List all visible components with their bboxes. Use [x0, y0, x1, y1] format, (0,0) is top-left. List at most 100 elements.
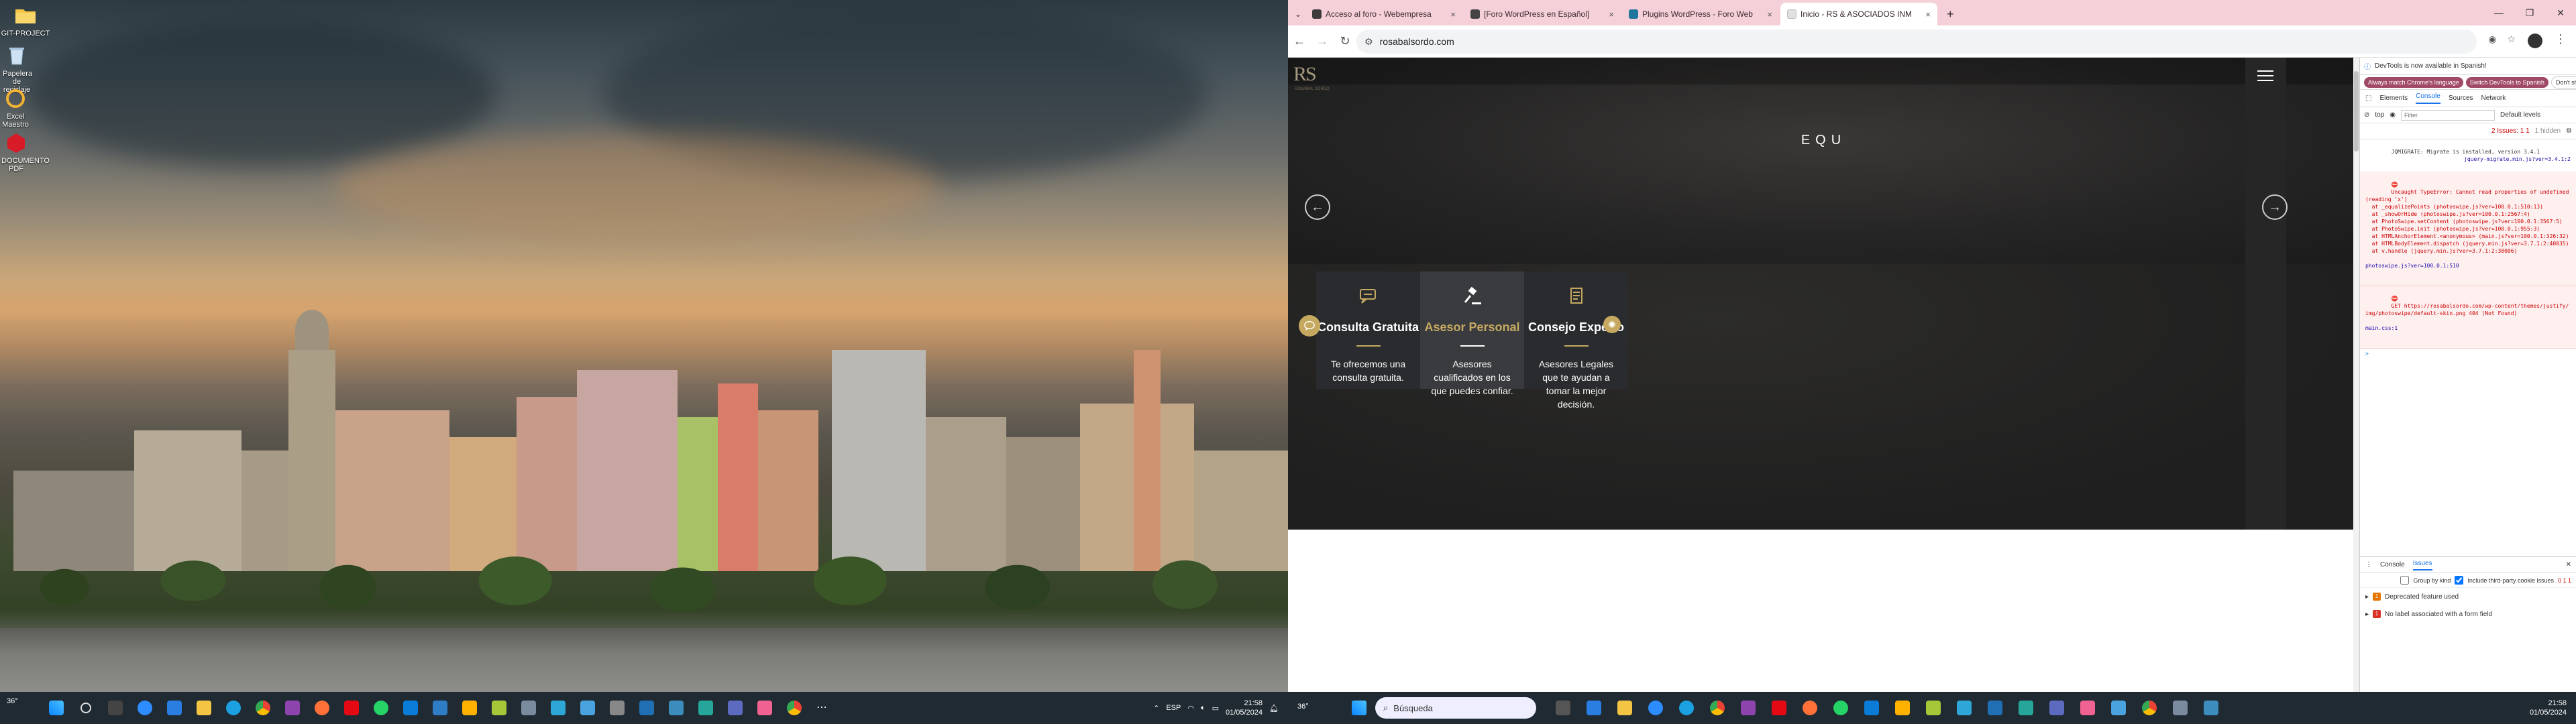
chrome-icon[interactable] [250, 695, 276, 721]
drawer-menu-icon[interactable]: ⋮ [2365, 561, 2372, 568]
taskbar-search[interactable]: ⌕ Búsqueda [1375, 697, 1536, 719]
notification-icon[interactable]: 🔔︎ [1269, 704, 1279, 713]
close-icon[interactable]: × [1767, 9, 1772, 19]
vs-icon[interactable] [279, 695, 306, 721]
console-source-link[interactable]: photoswipe.js?ver=100.0.1:510 [2365, 263, 2459, 269]
battery-icon[interactable]: ▭ [1212, 704, 1219, 713]
page-scrollbar[interactable] [2353, 58, 2359, 692]
app-icon-9[interactable] [663, 695, 690, 721]
app-icon-7[interactable] [604, 695, 631, 721]
scrollbar-thumb[interactable] [2354, 71, 2359, 152]
app-icon-4[interactable] [1982, 695, 2008, 721]
slider-next-arrow[interactable]: → [2262, 194, 2288, 220]
app-icon-11[interactable] [722, 695, 749, 721]
vs-icon[interactable] [1735, 695, 1762, 721]
search-icon[interactable] [72, 695, 99, 721]
app-icon-6[interactable] [2043, 695, 2070, 721]
app-icon-3[interactable] [1951, 695, 1978, 721]
address-bar[interactable]: ⚙ rosabalsordo.com [1356, 29, 2477, 54]
app-icon-6[interactable] [574, 695, 601, 721]
tab-network[interactable]: Network [2481, 95, 2506, 102]
store-icon[interactable] [161, 695, 188, 721]
close-icon[interactable]: × [1925, 9, 1931, 19]
app-icon-1[interactable] [427, 695, 453, 721]
site-info-icon[interactable]: ⚙ [1364, 36, 1373, 48]
weather-widget[interactable]: 36° [1297, 703, 1309, 711]
app-icon-12[interactable] [751, 695, 778, 721]
hamburger-menu-icon[interactable] [2257, 67, 2273, 84]
edge-icon[interactable] [1673, 695, 1700, 721]
third-party-checkbox[interactable] [2455, 576, 2464, 585]
start-button[interactable] [43, 695, 70, 721]
more-icon[interactable]: ⋯ [810, 695, 837, 721]
task-view-icon[interactable] [1550, 695, 1576, 721]
help-icon[interactable] [131, 695, 158, 721]
language-indicator[interactable]: ESP [1166, 704, 1181, 712]
app-icon-10[interactable] [2198, 695, 2224, 721]
inspect-icon[interactable]: ⬚ [2365, 95, 2371, 102]
vscode-icon[interactable] [397, 695, 424, 721]
browser-tab-3[interactable]: Plugins WordPress - Foro Web × [1622, 3, 1779, 25]
store-icon[interactable] [1580, 695, 1607, 721]
issue-row[interactable]: ▸ 1 No label associated with a form fiel… [2360, 605, 2576, 623]
tab-sources[interactable]: Sources [2449, 95, 2473, 102]
chrome-icon-2[interactable] [781, 695, 808, 721]
settings-gear-icon[interactable]: ⚙ [2566, 127, 2572, 135]
site-logo[interactable]: RS [1293, 63, 1317, 86]
drawer-tab-console[interactable]: Console [2380, 561, 2405, 568]
app-icon-4[interactable] [515, 695, 542, 721]
browser-tab-2[interactable]: [Foro WordPress en Español] × [1464, 3, 1621, 25]
chrome-icon-2[interactable] [2136, 695, 2163, 721]
whatsapp-icon[interactable] [1827, 695, 1854, 721]
vscode-icon[interactable] [1858, 695, 1885, 721]
console-source-link[interactable]: jquery-migrate.min.js?ver=3.4.1:2 [2464, 156, 2571, 163]
browser-tab-1[interactable]: Acceso al foro - Webempresa × [1305, 3, 1462, 25]
group-by-kind-checkbox[interactable] [2400, 576, 2410, 585]
app-icon-5[interactable] [2012, 695, 2039, 721]
clear-console-icon[interactable]: ⊘ [2364, 111, 2369, 119]
issue-row[interactable]: ▸ 1 Deprecated feature used [2360, 588, 2576, 605]
app-icon-2[interactable] [456, 695, 483, 721]
help-icon[interactable] [1642, 695, 1669, 721]
weather-widget[interactable]: 36° [7, 697, 18, 705]
switch-spanish-button[interactable]: Switch DevTools to Spanish [2465, 76, 2548, 88]
app-icon-2[interactable] [1920, 695, 1947, 721]
app-icon-8[interactable] [633, 695, 660, 721]
slider-prev-arrow[interactable]: ← [1305, 194, 1330, 220]
desktop-icon-pdf[interactable]: DOCUMENTO PDF [1, 131, 50, 173]
incognito-icon[interactable]: ◉ [2488, 34, 2496, 45]
app-icon-10[interactable] [692, 695, 719, 721]
reload-icon[interactable]: ↻ [1334, 30, 1356, 53]
netflix-icon[interactable] [338, 695, 365, 721]
desktop-icon-git-project[interactable]: GIT-PROJECT [0, 4, 51, 38]
app-icon-3[interactable] [486, 695, 513, 721]
drawer-tab-issues[interactable]: Issues [2412, 560, 2432, 570]
feature-card-asesor[interactable]: Asesor Personal Asesores cualificados en… [1420, 272, 1524, 396]
file-explorer-icon[interactable] [1611, 695, 1638, 721]
chevron-up-icon[interactable]: ⌃ [1153, 704, 1159, 713]
app-icon-1[interactable] [1889, 695, 1916, 721]
clock[interactable]: 21:58 01/05/2024 [2530, 699, 2567, 717]
maximize-icon[interactable]: ❐ [2514, 0, 2545, 25]
clock[interactable]: 21:58 01/05/2024 [1226, 699, 1263, 717]
file-explorer-icon[interactable] [191, 695, 217, 721]
task-view-icon[interactable] [102, 695, 129, 721]
log-levels-select[interactable]: Default levels [2500, 111, 2540, 119]
start-button[interactable] [1348, 697, 1370, 719]
close-icon[interactable]: ✕ [2566, 561, 2571, 568]
chat-fab[interactable] [1299, 315, 1320, 337]
whatsapp-icon[interactable] [368, 695, 394, 721]
always-match-language-button[interactable]: Always match Chrome's language [2364, 76, 2463, 88]
desktop-icon-recycle-bin[interactable]: Papelera de reciclaje [3, 44, 32, 94]
desktop-icon-app[interactable]: Excel Maestro [0, 87, 31, 129]
close-icon[interactable]: × [1450, 9, 1456, 19]
minimize-icon[interactable]: — [2483, 0, 2514, 25]
firefox-icon[interactable] [1796, 695, 1823, 721]
tab-search-button[interactable]: ⌄ [1288, 3, 1304, 25]
feature-card-consulta[interactable]: Consulta Gratuita Te ofrecemos una consu… [1316, 272, 1420, 389]
app-icon-8[interactable] [2105, 695, 2132, 721]
context-select[interactable]: top [2375, 111, 2384, 119]
close-window-icon[interactable]: ✕ [2545, 0, 2576, 25]
forward-icon[interactable]: → [1311, 30, 1334, 53]
netflix-icon[interactable] [1766, 695, 1792, 721]
